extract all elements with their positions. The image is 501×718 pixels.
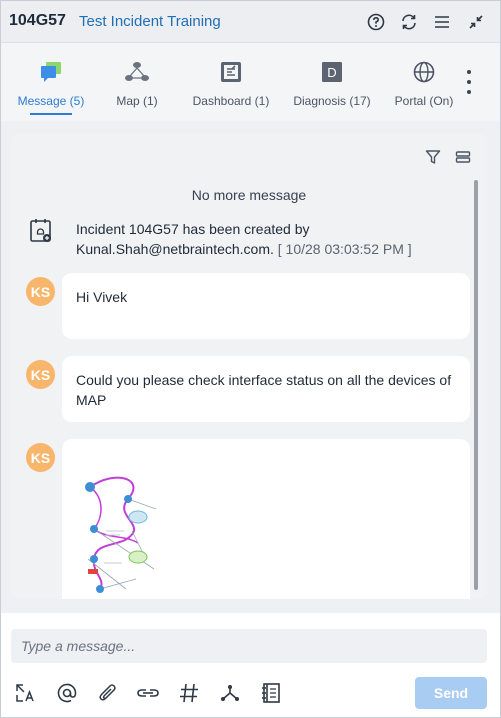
message-icon bbox=[15, 59, 87, 85]
tab-message[interactable]: Message (5) bbox=[15, 59, 87, 119]
system-message-time: [ 10/28 03:03:52 PM ] bbox=[277, 241, 412, 257]
collapse-icon[interactable] bbox=[465, 11, 487, 33]
avatar[interactable]: KS bbox=[26, 360, 55, 389]
refresh-icon[interactable] bbox=[398, 11, 420, 33]
notebook-icon[interactable] bbox=[259, 681, 283, 705]
message-bubble: Could you please check interface status … bbox=[62, 356, 470, 422]
hashtag-icon[interactable] bbox=[177, 681, 201, 705]
system-message: Incident 104G57 has been created by Kuna… bbox=[76, 219, 466, 259]
message-text: Could you please check interface status … bbox=[76, 372, 452, 408]
avatar[interactable]: KS bbox=[26, 277, 55, 306]
link-icon[interactable] bbox=[136, 681, 160, 705]
svg-text:D: D bbox=[327, 65, 336, 80]
diagnosis-icon: D bbox=[289, 59, 375, 85]
tab-portal-label: Portal (On) bbox=[394, 94, 454, 108]
more-options-icon[interactable] bbox=[460, 70, 478, 94]
message-bubble: Hi Vivek bbox=[62, 273, 470, 339]
message-text: Hi Vivek bbox=[76, 289, 128, 305]
send-button[interactable]: Send bbox=[415, 677, 487, 709]
message-bubble bbox=[62, 439, 470, 599]
map-icon bbox=[107, 59, 167, 85]
filter-icon[interactable] bbox=[425, 149, 441, 168]
menu-icon[interactable] bbox=[431, 11, 453, 33]
tab-map[interactable]: Map (1) bbox=[107, 59, 167, 119]
tab-diagnosis[interactable]: D Diagnosis (17) bbox=[289, 59, 375, 119]
attach-icon[interactable] bbox=[96, 681, 120, 705]
message-input[interactable] bbox=[11, 629, 487, 663]
layout-icon[interactable] bbox=[455, 149, 471, 168]
incident-created-icon bbox=[28, 217, 54, 246]
map-thumbnail[interactable] bbox=[76, 469, 166, 599]
mention-icon[interactable] bbox=[55, 681, 79, 705]
incident-name[interactable]: Test Incident Training bbox=[79, 13, 221, 30]
dashboard-icon bbox=[189, 59, 273, 85]
tab-message-label: Message (5) bbox=[17, 94, 85, 108]
title-bar: 104G57 Test Incident Training bbox=[1, 1, 500, 43]
globe-icon bbox=[389, 59, 459, 85]
tab-map-label: Map (1) bbox=[116, 94, 158, 108]
path-icon[interactable] bbox=[218, 681, 242, 705]
scrollbar[interactable] bbox=[474, 180, 478, 590]
incident-id: 104G57 bbox=[9, 12, 66, 29]
system-message-text: Incident 104G57 has been created by Kuna… bbox=[76, 221, 310, 257]
active-tab-indicator bbox=[30, 113, 72, 115]
tab-diagnosis-label: Diagnosis (17) bbox=[293, 94, 371, 108]
tab-dashboard[interactable]: Dashboard (1) bbox=[189, 59, 273, 119]
avatar[interactable]: KS bbox=[26, 443, 55, 472]
help-icon[interactable] bbox=[365, 11, 387, 33]
incident-window: 104G57 Test Incident Training Message (5… bbox=[0, 0, 501, 718]
panel-tools bbox=[425, 149, 471, 168]
translate-icon[interactable] bbox=[13, 681, 37, 705]
message-panel: No more message Incident 104G57 has been… bbox=[11, 133, 487, 599]
tab-bar: Message (5) Map (1) Dashboard (1) D Diag… bbox=[1, 43, 500, 121]
tab-dashboard-label: Dashboard (1) bbox=[192, 94, 270, 108]
composer: Send bbox=[1, 613, 500, 717]
no-more-message: No more message bbox=[191, 187, 307, 203]
tab-portal[interactable]: Portal (On) bbox=[389, 59, 459, 119]
